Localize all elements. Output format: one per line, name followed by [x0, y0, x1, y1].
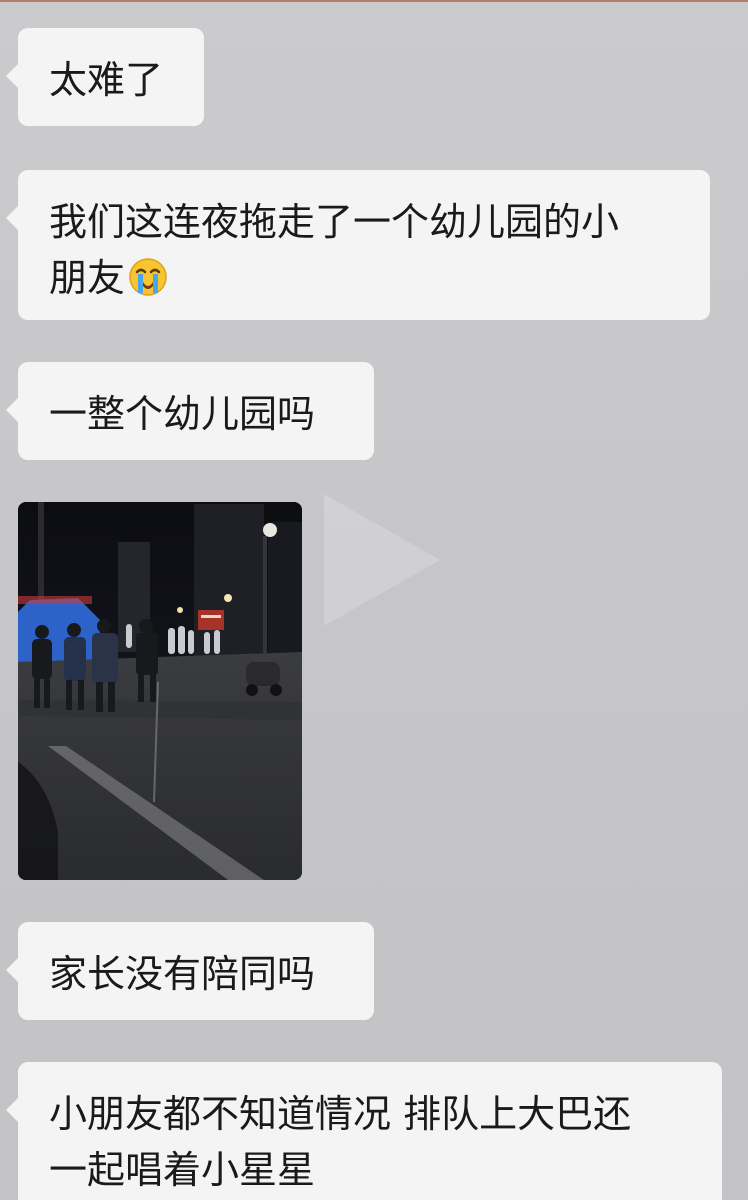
message-text-line: 一起唱着小星星 — [49, 1148, 316, 1192]
loudly-crying-face-icon — [128, 256, 168, 296]
message-bubble[interactable]: 小朋友都不知道情况 排队上大巴还 一起唱着小星星 — [6, 1062, 722, 1200]
message-text: 朋友 — [49, 256, 126, 300]
message-bubble[interactable]: 我们这连夜拖走了一个幼儿园的小 朋友 — [6, 170, 710, 320]
message-text-line: 朋友 — [49, 250, 680, 306]
message-text-line: 我们这连夜拖走了一个幼儿园的小 — [49, 200, 620, 244]
image-message[interactable] — [18, 502, 302, 880]
play-icon[interactable] — [316, 480, 448, 640]
message-bubble[interactable]: 太难了 — [6, 28, 204, 126]
top-accent-line — [0, 0, 748, 2]
message-text: 一整个幼儿园吗 — [49, 392, 316, 436]
message-text: 太难了 — [49, 58, 164, 102]
message-text: 家长没有陪同吗 — [49, 952, 316, 996]
night-street-photo — [18, 502, 302, 880]
message-bubble[interactable]: 家长没有陪同吗 — [6, 922, 374, 1020]
message-bubble[interactable]: 一整个幼儿园吗 — [6, 362, 374, 460]
message-text-line: 小朋友都不知道情况 排队上大巴还 — [49, 1092, 632, 1136]
chat-view: 太难了 我们这连夜拖走了一个幼儿园的小 朋友 一整个幼儿园吗 家长没有陪同吗 小… — [0, 0, 748, 1200]
